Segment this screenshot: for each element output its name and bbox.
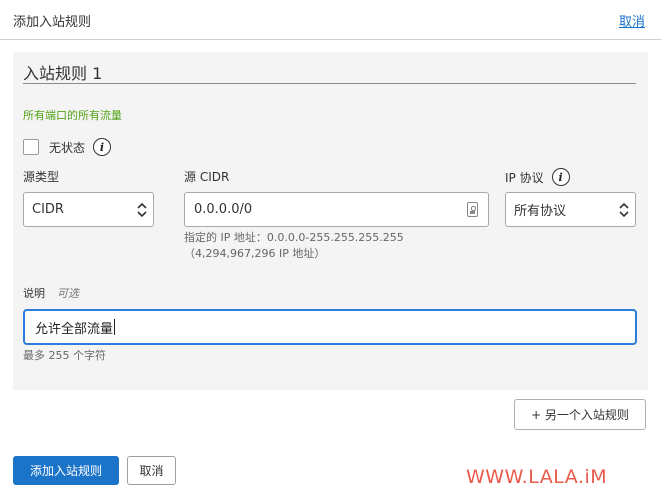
source-cidr-label: 源 CIDR: [184, 170, 230, 184]
stateless-row: 无状态 i: [23, 136, 112, 158]
description-label-row: 说明 可选: [23, 285, 79, 301]
source-cidr-value: 0.0.0.0/0: [194, 202, 253, 217]
source-type-select[interactable]: CIDR: [23, 192, 154, 227]
ip-protocol-select[interactable]: 所有协议: [505, 192, 636, 227]
source-cidr-hint-count: （4,294,967,296 IP 地址）: [184, 247, 326, 260]
source-type-value: CIDR: [32, 202, 64, 217]
description-optional: 可选: [57, 287, 79, 300]
select-chevron-icon: [137, 202, 147, 218]
watermark: WWW.LALA.iM: [466, 466, 608, 488]
dialog-title: 添加入站规则: [13, 15, 92, 30]
select-chevron-icon: [619, 202, 629, 218]
ip-protocol-label-row: IP 协议 i: [505, 168, 570, 186]
stateless-checkbox[interactable]: [23, 139, 39, 155]
rule-title-divider: [23, 83, 636, 84]
text-caret: [114, 319, 116, 335]
stateless-label: 无状态: [49, 140, 86, 155]
description-label: 说明: [23, 287, 45, 300]
source-cidr-input[interactable]: 0.0.0.0/0: [184, 192, 489, 227]
cancel-button[interactable]: 取消: [127, 456, 176, 485]
description-value: 允许全部流量: [35, 321, 114, 337]
source-cidr-hint: 指定的 IP 地址：0.0.0.0-255.255.255.255: [184, 231, 404, 244]
stateless-info-icon[interactable]: i: [93, 138, 112, 156]
traffic-summary: 所有端口的所有流量: [23, 109, 122, 122]
description-input[interactable]: 允许全部流量: [23, 309, 637, 345]
ip-protocol-value: 所有协议: [514, 204, 567, 219]
source-type-label: 源类型: [23, 170, 60, 184]
ip-protocol-label: IP 协议: [505, 170, 544, 185]
ingress-rule-panel: 入站规则 1 所有端口的所有流量 无状态 i 源类型 CIDR 源 CIDR 0…: [13, 52, 648, 390]
dialog-header: 添加入站规则 取消: [0, 0, 661, 40]
add-ingress-rule-button[interactable]: 添加入站规则: [13, 456, 119, 485]
add-another-rule-button[interactable]: + 另一个入站规则: [514, 399, 646, 430]
header-cancel-link[interactable]: 取消: [619, 11, 645, 30]
rule-title: 入站规则 1: [23, 64, 103, 83]
ip-protocol-info-icon[interactable]: i: [551, 168, 570, 186]
address-book-icon: [467, 202, 478, 217]
description-hint: 最多 255 个字符: [23, 349, 106, 362]
